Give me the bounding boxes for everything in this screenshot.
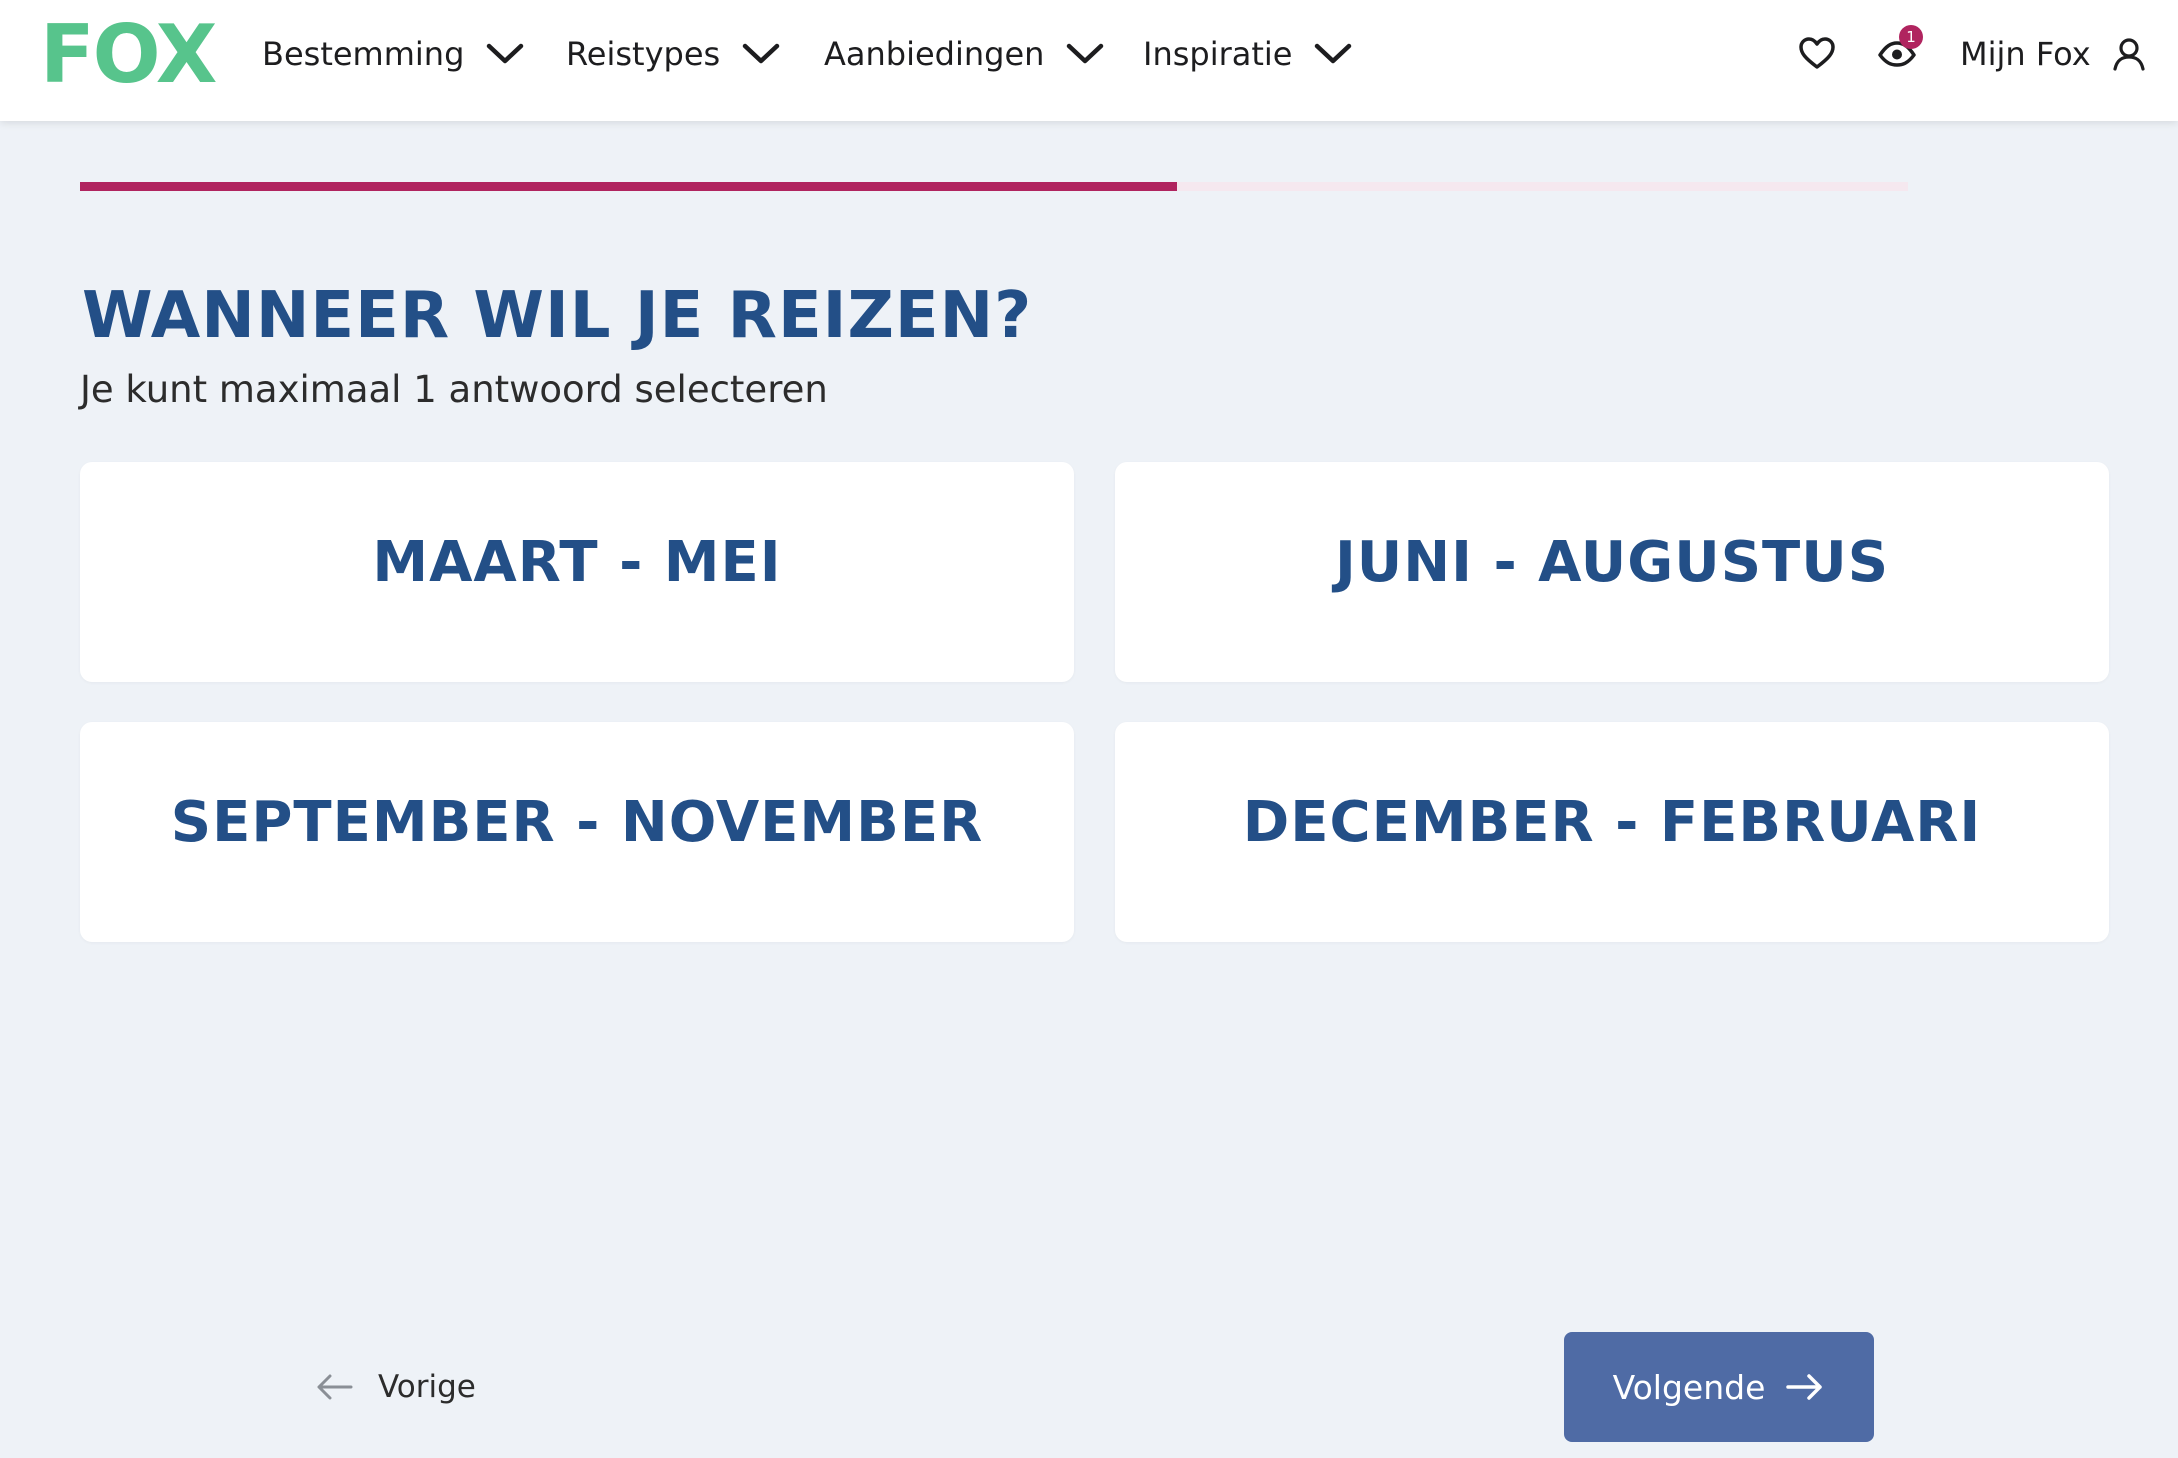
- question-subtitle: Je kunt maximaal 1 antwoord selecteren: [80, 368, 828, 411]
- arrow-right-icon: [1786, 1374, 1823, 1400]
- nav-reistypes[interactable]: Reistypes: [566, 24, 780, 84]
- option-label: MAART - MEI: [372, 529, 782, 595]
- progress-bar: [80, 182, 1908, 191]
- option-december-februari[interactable]: DECEMBER - FEBRUARI: [1115, 722, 2109, 942]
- option-label: SEPTEMBER - NOVEMBER: [170, 789, 984, 855]
- option-label: DECEMBER - FEBRUARI: [1242, 789, 1982, 855]
- nav-bestemming[interactable]: Bestemming: [262, 24, 524, 84]
- fox-logo[interactable]: FOX: [40, 8, 217, 101]
- option-september-november[interactable]: SEPTEMBER - NOVEMBER: [80, 722, 1074, 942]
- next-label: Volgende: [1612, 1367, 1766, 1407]
- next-button[interactable]: Volgende: [1564, 1332, 1874, 1442]
- chevron-down-icon: [487, 43, 524, 64]
- nav-inspiratie[interactable]: Inspiratie: [1143, 24, 1352, 84]
- nav-label: Inspiratie: [1143, 35, 1293, 73]
- progress-fill: [80, 182, 1177, 191]
- previous-label: Vorige: [378, 1369, 476, 1405]
- site-header: FOX Bestemming Reistypes Aanbiedingen In…: [0, 0, 2178, 121]
- chevron-down-icon: [742, 43, 780, 64]
- account-label: Mijn Fox: [1960, 35, 2091, 73]
- user-icon: [2113, 38, 2145, 71]
- option-juni-augustus[interactable]: JUNI - AUGUSTUS: [1115, 462, 2109, 682]
- chevron-down-icon: [1315, 43, 1352, 64]
- arrow-left-icon: [317, 1374, 353, 1400]
- nav-label: Bestemming: [262, 35, 465, 73]
- nav-label: Aanbiedingen: [824, 35, 1045, 73]
- logo-text: FOX: [40, 8, 217, 101]
- heart-icon[interactable]: [1797, 34, 1837, 74]
- viewed-count-badge: 1: [1899, 25, 1923, 49]
- option-maart-mei[interactable]: MAART - MEI: [80, 462, 1074, 682]
- account-link[interactable]: Mijn Fox: [1960, 24, 2147, 84]
- nav-label: Reistypes: [566, 35, 721, 73]
- question-title: WANNEER WIL JE REIZEN?: [82, 279, 1033, 353]
- nav-aanbiedingen[interactable]: Aanbiedingen: [824, 24, 1104, 84]
- option-label: JUNI - AUGUSTUS: [1334, 529, 1890, 595]
- chevron-down-icon: [1067, 43, 1104, 64]
- previous-button[interactable]: Vorige: [314, 1362, 476, 1412]
